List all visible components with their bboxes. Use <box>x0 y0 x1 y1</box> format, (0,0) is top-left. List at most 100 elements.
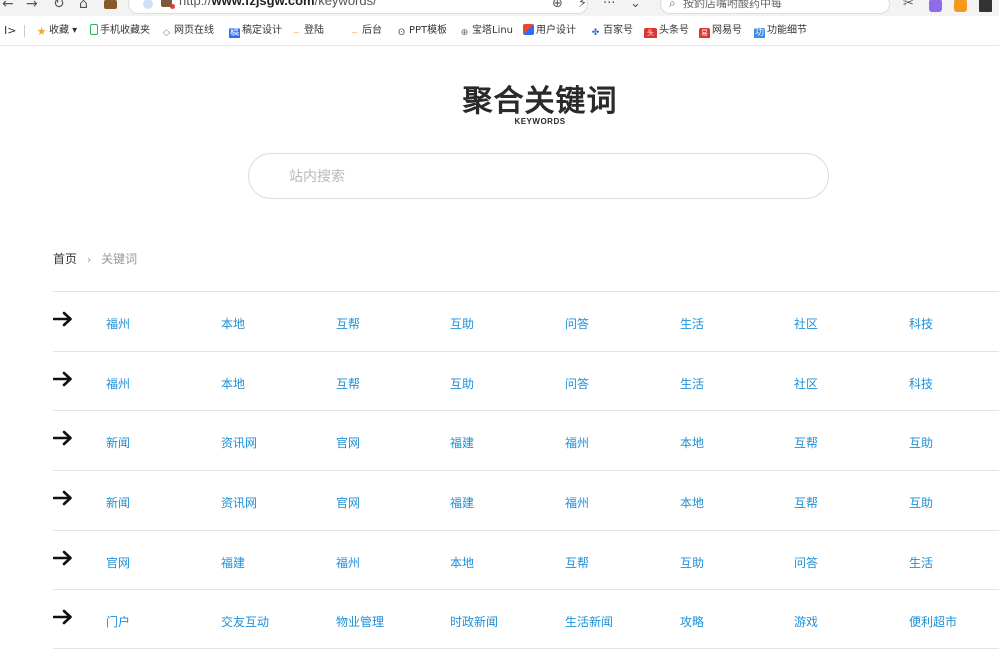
bird-icon: ⌣ <box>351 28 358 38</box>
gaoding-icon: 稿 <box>229 28 240 38</box>
site-search-input[interactable] <box>289 165 789 189</box>
keyword-row: 福州 本地 互帮 互助 问答 生活 社区 科技 <box>53 350 999 411</box>
keyword-link[interactable]: 资讯网 <box>221 434 257 451</box>
keyword-link[interactable]: 交友互动 <box>221 613 269 630</box>
globe-icon: ⊕ <box>460 28 469 38</box>
keyword-link[interactable]: 科技 <box>909 315 933 332</box>
bookmark-baijiahao[interactable]: ✤ 百家号 <box>590 24 633 38</box>
extension-translate-icon[interactable] <box>929 0 942 12</box>
zoom-icon[interactable]: ⊕ <box>552 0 563 12</box>
keyword-link[interactable]: 本地 <box>680 434 704 451</box>
keyword-link[interactable]: 本地 <box>221 315 245 332</box>
address-bar[interactable]: http://www.fzjsgw.com/keywords/ <box>128 0 588 14</box>
bookmark-login[interactable]: ⌣ 登陆 <box>291 24 339 38</box>
phone-icon <box>90 24 98 35</box>
bookmark-user-design[interactable]: 用户设计 <box>523 24 579 38</box>
keyword-link[interactable]: 福建 <box>221 554 245 571</box>
extension-game-icon[interactable] <box>954 0 967 12</box>
search-icon: ⌕ <box>669 0 676 10</box>
keyword-link[interactable]: 福州 <box>106 315 130 332</box>
wallet-icon[interactable] <box>104 0 117 9</box>
keyword-link[interactable]: 互帮 <box>565 554 589 571</box>
bookmark-baota[interactable]: ⊕ 宝塔Linu <box>459 24 513 38</box>
keyword-link[interactable]: 互助 <box>680 554 704 571</box>
keyword-link[interactable]: 福建 <box>450 434 474 451</box>
keyword-link[interactable]: 官网 <box>336 494 360 511</box>
keyword-link[interactable]: 便利超市 <box>909 613 957 630</box>
keyword-link[interactable]: 互助 <box>450 315 474 332</box>
keyword-link[interactable]: 本地 <box>680 494 704 511</box>
keyword-link[interactable]: 福州 <box>565 494 589 511</box>
keyword-link[interactable]: 生活 <box>909 554 933 571</box>
lightning-icon[interactable]: ⚡ <box>578 0 587 12</box>
back-arrow-icon[interactable]: ← <box>2 0 14 12</box>
keyword-link[interactable]: 生活 <box>680 375 704 392</box>
chevron-down-icon[interactable]: ⌄ <box>630 0 641 12</box>
sidebar-toggle-icon[interactable]: I> <box>4 24 16 37</box>
scissors-icon[interactable]: ✂ <box>903 0 914 12</box>
keyword-link[interactable]: 官网 <box>106 554 130 571</box>
keyword-link[interactable]: 福州 <box>565 434 589 451</box>
bookmark-netease[interactable]: 易网易号 <box>699 24 742 38</box>
keyword-link[interactable]: 互帮 <box>794 434 818 451</box>
keyword-row: 门户 交友互动 物业管理 时政新闻 生活新闻 攻略 游戏 便利超市 <box>53 589 999 650</box>
keyword-link[interactable]: 官网 <box>336 434 360 451</box>
paw-icon: ✤ <box>591 28 600 38</box>
site-logo[interactable]: 聚合关键词 KEYWORDS <box>452 84 628 126</box>
keyword-link[interactable]: 生活新闻 <box>565 613 613 630</box>
code-icon: ◇ <box>163 28 170 38</box>
keyword-link[interactable]: 时政新闻 <box>450 613 498 630</box>
address-text: http://www.fzjsgw.com/keywords/ <box>179 0 377 8</box>
keyword-link[interactable]: 生活 <box>680 315 704 332</box>
more-icon[interactable]: ··· <box>603 0 615 12</box>
keyword-link[interactable]: 新闻 <box>106 494 130 511</box>
keyword-link[interactable]: 福建 <box>450 494 474 511</box>
keyword-link[interactable]: 互助 <box>909 494 933 511</box>
bookmark-gaoding[interactable]: 稿稿定设计 <box>229 24 287 38</box>
keyword-link[interactable]: 社区 <box>794 375 818 392</box>
keyword-link[interactable]: 问答 <box>794 554 818 571</box>
bookmark-web-online[interactable]: ◇ 网页在线 <box>161 24 216 38</box>
keyword-link[interactable]: 新闻 <box>106 434 130 451</box>
keyword-list: 福州 本地 互帮 互助 问答 生活 社区 科技 福州 本地 互帮 互助 问答 生活 社区 科技 新闻 资讯网 官网福… <box>53 291 999 650</box>
bookmark-admin[interactable]: ⌣ 后台 <box>349 24 382 38</box>
keyword-link[interactable]: 互帮 <box>336 315 360 332</box>
bookmark-ppt[interactable]: ʘ PPT模板 <box>396 24 446 38</box>
keyword-link[interactable]: 门户 <box>106 613 130 630</box>
keyword-link[interactable]: 福州 <box>336 554 360 571</box>
home-icon[interactable]: ⌂ <box>79 0 88 12</box>
keyword-link[interactable]: 问答 <box>565 375 589 392</box>
keyword-link[interactable]: 科技 <box>909 375 933 392</box>
browser-search-input[interactable]: ⌕ 按釣店嘴咐酸药中每 <box>660 0 890 14</box>
apps-grid-icon[interactable] <box>979 0 992 12</box>
keyword-row: 官网 福建 福州 本地 互帮 互助 问答 生活 <box>53 529 999 590</box>
reload-icon[interactable]: ↻ <box>53 0 65 12</box>
keyword-link[interactable]: 物业管理 <box>336 613 384 630</box>
keyword-link[interactable]: 互帮 <box>336 375 360 392</box>
keyword-link[interactable]: 互助 <box>450 375 474 392</box>
keyword-link[interactable]: 游戏 <box>794 613 818 630</box>
keyword-link[interactable]: 福州 <box>106 375 130 392</box>
keyword-link[interactable]: 资讯网 <box>221 494 257 511</box>
bookmark-favorites[interactable]: ★ 收藏 ▾ <box>36 24 78 38</box>
bookmarks-divider <box>24 25 25 37</box>
keyword-link[interactable]: 本地 <box>450 554 474 571</box>
keyword-link[interactable]: 社区 <box>794 315 818 332</box>
keyword-link[interactable]: 攻略 <box>680 613 704 630</box>
insecure-icon[interactable] <box>161 0 175 9</box>
keyword-row: 新闻 资讯网 官网 福建 福州 本地 互帮 互助 <box>53 410 999 470</box>
breadcrumb-home-link[interactable]: 首页 <box>53 252 77 266</box>
keyword-link[interactable]: 本地 <box>221 375 245 392</box>
star-icon: ★ <box>36 25 47 38</box>
bookmarks-bar: I> ★ 收藏 ▾ 手机收藏夹 ◇ 网页在线 稿稿定设计 ⌣ 登陆 ⌣ 后台 ʘ PPT模… <box>0 16 999 46</box>
keyword-row: 福州 本地 互帮 互助 问答 生活 社区 科技 <box>53 291 999 351</box>
bookmark-toutiao[interactable]: 头头条号 <box>644 24 689 38</box>
forward-arrow-icon[interactable]: → <box>26 0 38 12</box>
bookmark-mobile[interactable]: 手机收藏夹 <box>90 24 150 38</box>
keyword-link[interactable]: 互助 <box>909 434 933 451</box>
keyword-link[interactable]: 问答 <box>565 315 589 332</box>
logo-title: 聚合关键词 <box>462 84 618 119</box>
bookmark-feature[interactable]: 功功能细节 <box>754 24 810 38</box>
keyword-link[interactable]: 互帮 <box>794 494 818 511</box>
breadcrumb-current: 关键词 <box>101 252 138 266</box>
